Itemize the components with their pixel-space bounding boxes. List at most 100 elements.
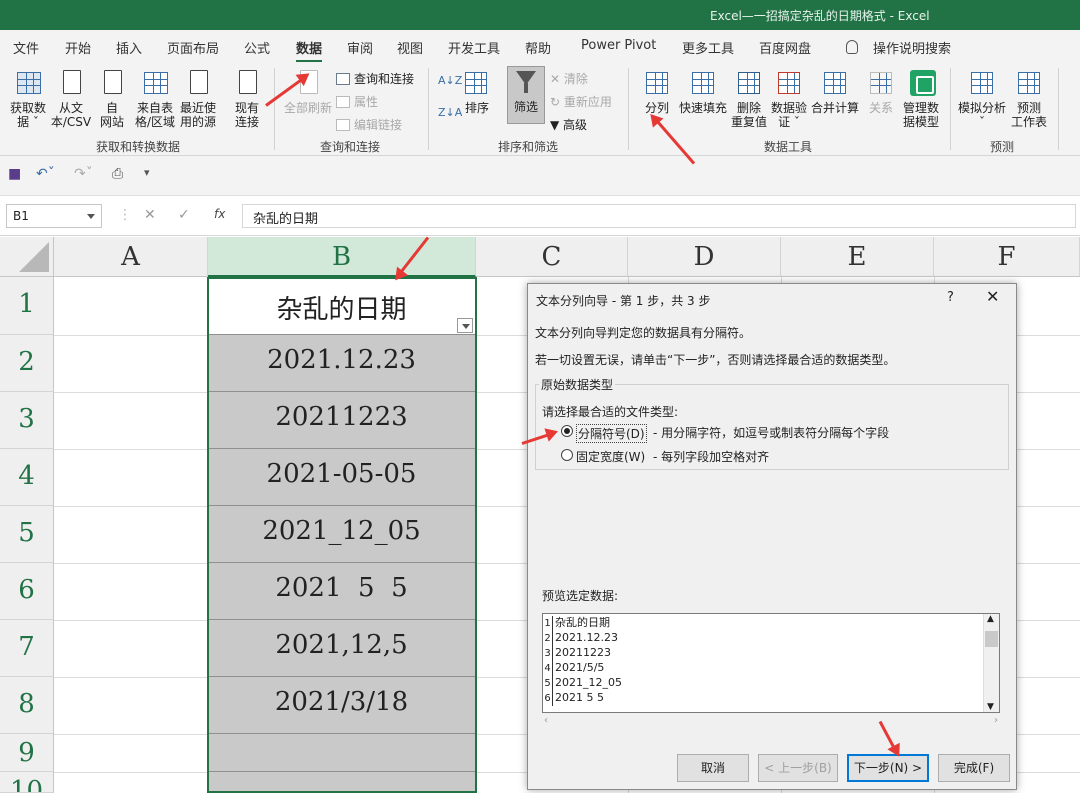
cell-b10[interactable] [208,772,475,793]
scroll-thumb[interactable] [985,631,998,647]
sort-descending-icon[interactable]: Z↓A [438,106,462,119]
tab-view[interactable]: 视图 [397,38,423,57]
print-preview-icon[interactable]: ⎙ [112,166,123,182]
tell-me-search[interactable]: 操作说明搜索 [873,38,951,57]
column-header-e[interactable]: E [781,237,934,277]
close-icon[interactable]: ✕ [986,287,999,306]
cell-b4[interactable]: 2021-05-05 [208,449,475,506]
row-header-7[interactable]: 7 [0,620,54,677]
preview-row: 4 2021/5/5 [544,661,605,676]
scroll-up-icon[interactable]: ▲ [987,614,994,624]
save-icon[interactable]: ■ [8,166,21,182]
scroll-left-icon[interactable]: ‹ [544,715,548,726]
row-header-1[interactable]: 1 [0,277,54,335]
from-text-csv-button[interactable]: 从文 本/CSV [50,68,92,129]
from-table-button[interactable]: 来自表 格/区域 [134,68,176,129]
cancel-entry-icon[interactable]: ✕ [144,207,156,223]
cell-b1[interactable]: 杂乱的日期 [208,277,475,335]
tab-review[interactable]: 审阅 [347,38,373,57]
cancel-button[interactable]: 取消 [677,754,749,782]
clear-filter-button[interactable]: ✕ 清除 [550,70,588,87]
get-data-button[interactable]: 获取数据 ˇ [8,68,48,129]
dialog-instruction: 若一切设置无误，请单击“下一步”，否则请选择最合适的数据类型。 [535,353,896,367]
row-header-2[interactable]: 2 [0,335,54,392]
column-header-a[interactable]: A [54,237,208,277]
recent-sources-button[interactable]: 最近使 用的源 [177,68,219,129]
row-header-5[interactable]: 5 [0,506,54,563]
remove-duplicates-button[interactable]: 删除 重复值 [730,68,768,129]
advanced-filter-button[interactable]: ▼ 高级 [550,116,587,133]
formula-input[interactable]: 杂乱的日期 [242,204,1076,228]
cell-b8[interactable]: 2021/3/18 [208,677,475,734]
preview-row: 3 20211223 [544,646,611,661]
title-bar: Excel—一招搞定杂乱的日期格式 - Excel [0,0,1080,30]
row-header-10[interactable]: 10 [0,772,54,793]
reapply-button[interactable]: ↻ 重新应用 [550,93,612,110]
preview-horizontal-scrollbar[interactable]: ‹ › [542,714,1000,730]
fixed-width-label[interactable]: 固定宽度(W) [576,448,645,465]
tab-help[interactable]: 帮助 [525,38,551,57]
cell-b5[interactable]: 2021_12_05 [208,506,475,563]
cell-b2[interactable]: 2021.12.23 [208,335,475,392]
group-label-get-transform: 获取和转换数据 [96,140,181,154]
row-header-6[interactable]: 6 [0,563,54,620]
next-button[interactable]: 下一步(N) > [847,754,929,782]
select-all-corner[interactable] [0,237,54,277]
customize-toolbar-icon[interactable]: ▾ [144,166,150,179]
fixed-width-radio[interactable] [561,449,573,461]
existing-connections-button[interactable]: 现有 连接 [228,68,266,129]
preview-vertical-scrollbar[interactable]: ▲ ▼ [983,614,999,712]
redo-icon[interactable]: ↷ˇ [74,166,93,182]
undo-icon[interactable]: ↶ˇ [36,166,55,182]
scroll-right-icon[interactable]: › [994,715,998,726]
properties-button[interactable]: 属性 [336,93,378,110]
help-icon[interactable]: ? [947,290,954,305]
delimited-radio[interactable] [561,425,573,437]
cell-b7[interactable]: 2021,12,5 [208,620,475,677]
column-header-c[interactable]: C [476,237,628,277]
from-web-button[interactable]: 自网站 [94,68,130,129]
tab-file[interactable]: 文件 [13,38,39,57]
sort-ascending-icon[interactable]: A↓Z [438,74,462,87]
cell-b6[interactable]: 2021 5 5 [208,563,475,620]
confirm-entry-icon[interactable]: ✓ [178,207,190,223]
flash-fill-button[interactable]: 快速填充 [678,68,728,115]
tab-data[interactable]: 数据 [296,38,323,63]
edit-links-button[interactable]: 编辑链接 [336,116,402,133]
text-to-columns-button[interactable]: 分列 [640,68,674,115]
consolidate-button[interactable]: 合并计算 [810,68,860,115]
scroll-down-icon[interactable]: ▼ [987,702,994,712]
row-header-8[interactable]: 8 [0,677,54,734]
insert-function-icon[interactable]: fx [214,207,225,221]
sort-button[interactable]: 排序 [462,68,492,115]
data-validation-button[interactable]: 数据验证 ˇ [770,68,808,129]
row-header-4[interactable]: 4 [0,449,54,506]
row-header-3[interactable]: 3 [0,392,54,449]
cell-b3[interactable]: 20211223 [208,392,475,449]
tab-insert[interactable]: 插入 [116,38,142,57]
tab-developer[interactable]: 开发工具 [448,38,500,57]
cell-b9[interactable] [208,734,475,772]
column-header-f[interactable]: F [934,237,1080,277]
column-header-b[interactable]: B [208,237,476,277]
forecast-sheet-button[interactable]: 预测 工作表 [1008,68,1050,129]
row-header-9[interactable]: 9 [0,734,54,772]
back-button[interactable]: < 上一步(B) [758,754,838,782]
tab-power-pivot[interactable]: Power Pivot [581,38,656,53]
tab-page-layout[interactable]: 页面布局 [167,38,219,57]
what-if-analysis-button[interactable]: 模拟分析 ˇ [956,68,1008,129]
tab-more-tools[interactable]: 更多工具 [682,38,734,57]
data-preview[interactable]: 1 杂乱的日期 2 2021.12.23 3 20211223 4 2021/5/5 5… [542,613,1000,713]
autofilter-dropdown-icon[interactable] [457,318,473,333]
filter-button[interactable]: 筛选 [507,66,545,124]
relationships-button[interactable]: 关系 [864,68,898,115]
finish-button[interactable]: 完成(F) [938,754,1010,782]
queries-connections-button[interactable]: 查询和连接 [336,70,414,87]
manage-data-model-button[interactable]: 管理数 据模型 [900,68,942,129]
tab-formulas[interactable]: 公式 [244,38,270,57]
column-header-d[interactable]: D [628,237,781,277]
name-box[interactable]: B1 [6,204,102,228]
tab-baidu-netdisk[interactable]: 百度网盘 [759,38,811,57]
tab-home[interactable]: 开始 [65,38,91,57]
delimited-label[interactable]: 分隔符号(D) [576,424,647,443]
